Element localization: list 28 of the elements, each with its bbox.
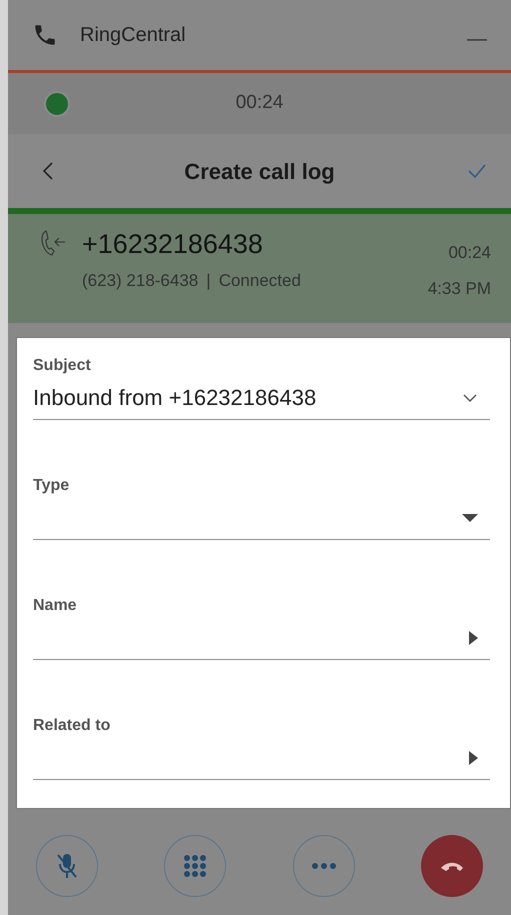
chevron-down-icon xyxy=(462,392,478,402)
minimize-button[interactable]: — xyxy=(467,24,487,54)
mute-button[interactable] xyxy=(36,835,98,897)
call-time: 4:33 PM xyxy=(428,278,491,300)
field-label: Related to xyxy=(33,716,112,736)
more-button[interactable] xyxy=(292,835,355,897)
keypad-button[interactable] xyxy=(164,835,226,897)
page-title: Create call log xyxy=(184,158,335,186)
call-status: Connected xyxy=(218,270,301,292)
separator-text: | xyxy=(206,270,211,292)
caller-phone: (623) 218-6438 xyxy=(82,270,198,292)
call-duration: 00:24 xyxy=(448,242,491,264)
triangle-down-icon xyxy=(462,514,478,522)
triangle-right-icon xyxy=(469,630,478,644)
call-timer: 00:24 xyxy=(236,91,284,116)
caller-number: +16232186438 xyxy=(82,228,264,260)
back-icon[interactable] xyxy=(42,161,54,181)
field-label: Type xyxy=(33,476,70,496)
more-icon xyxy=(312,863,336,869)
keypad-icon xyxy=(183,854,208,878)
phone-hangup-icon xyxy=(440,861,464,871)
form-field[interactable]: Inbound from +16232186438 xyxy=(33,376,490,420)
triangle-right-icon xyxy=(469,750,478,764)
field-label: Subject xyxy=(33,356,92,376)
check-icon[interactable] xyxy=(467,163,487,179)
microphone-off-icon xyxy=(55,852,79,880)
field-label: Name xyxy=(33,596,78,616)
app-title: RingCentral xyxy=(80,23,186,48)
